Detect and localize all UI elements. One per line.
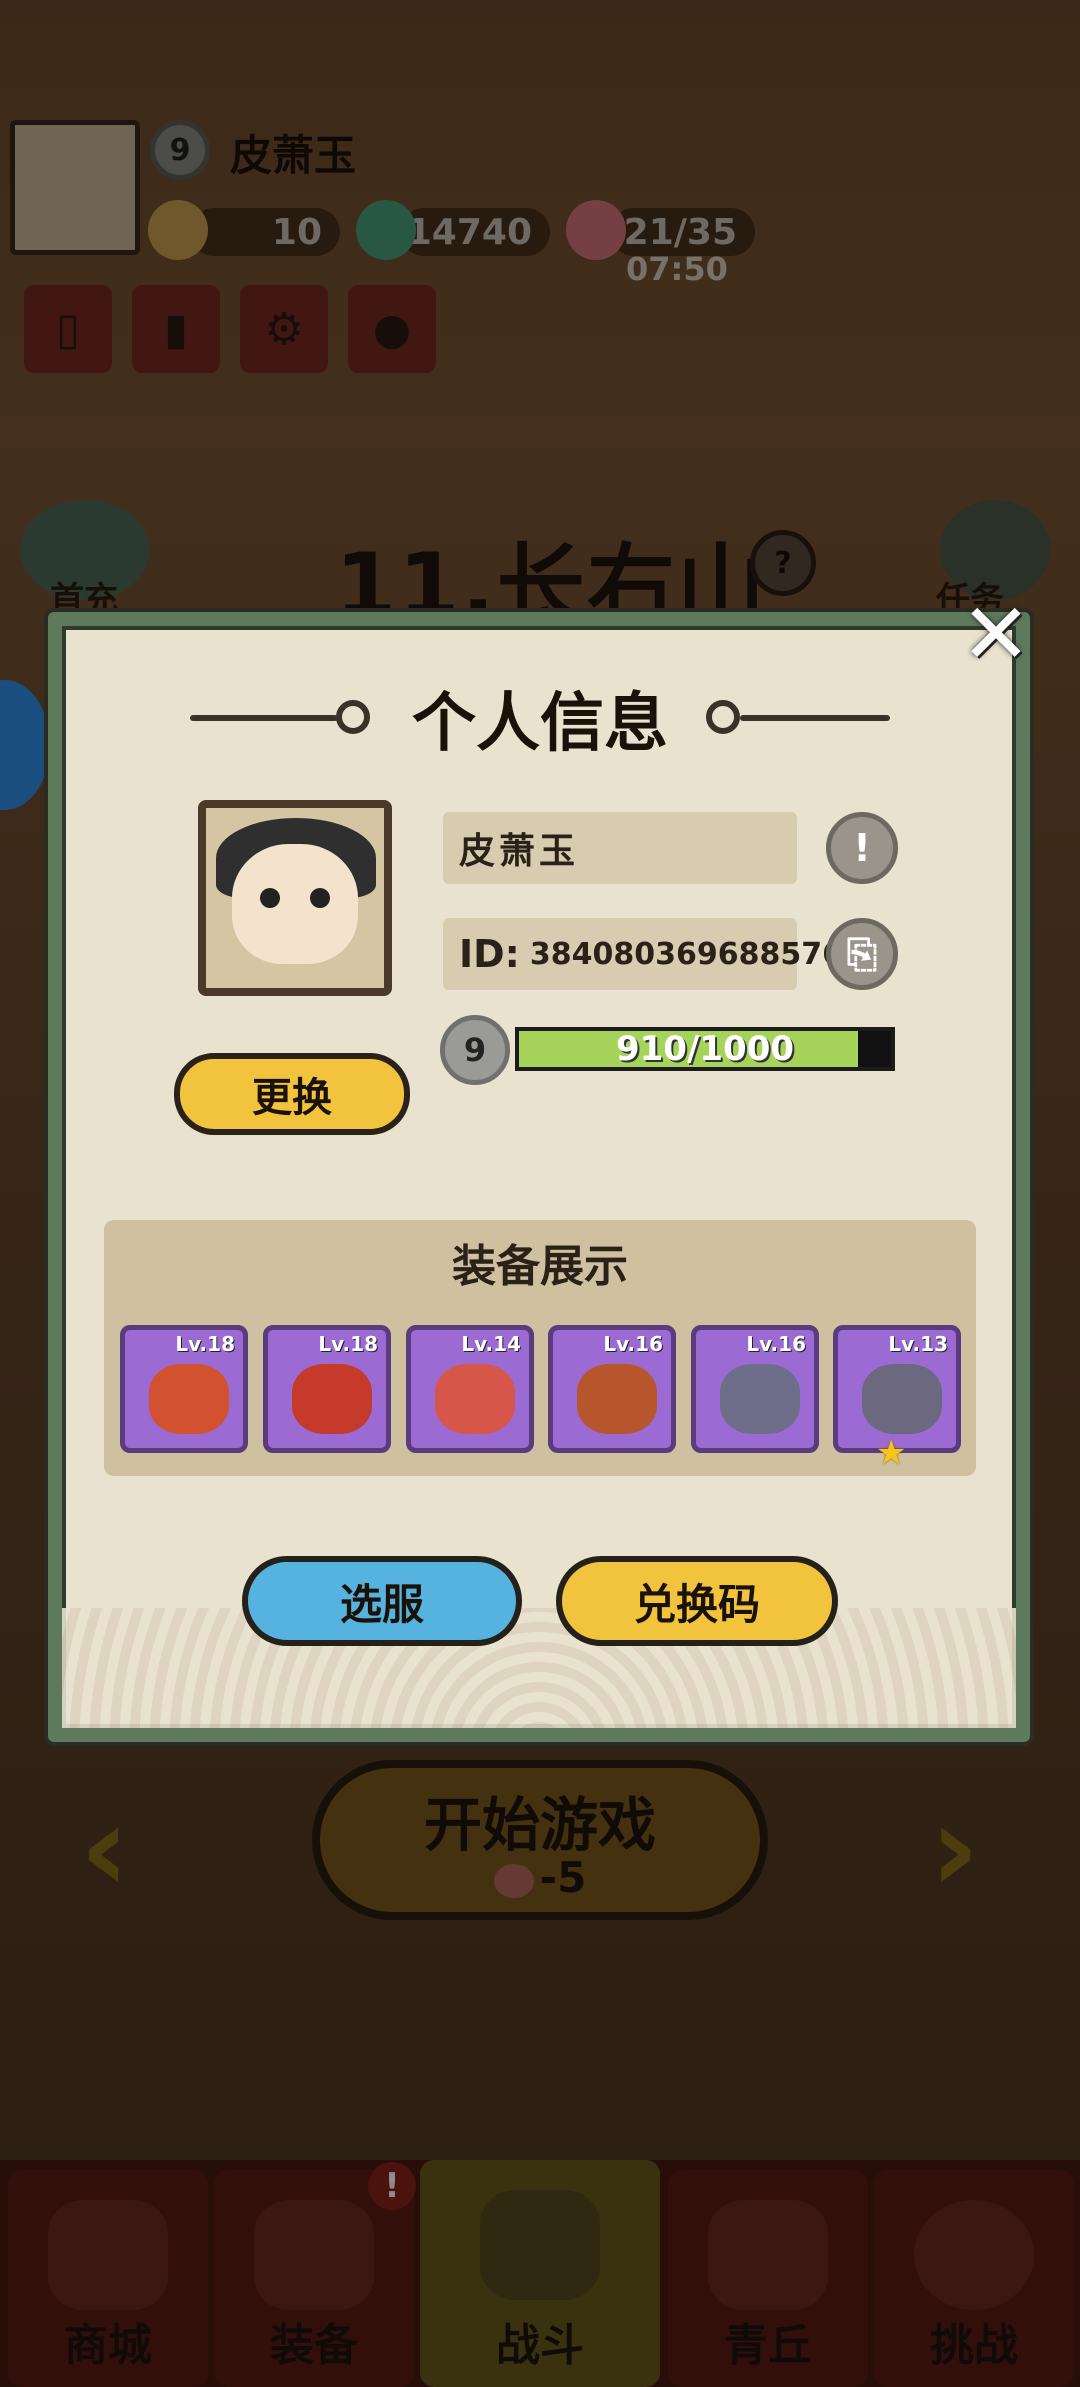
star-icon: ★	[876, 1433, 907, 1473]
equipment-slot[interactable]: Lv.18	[263, 1325, 391, 1453]
xp-progress-bar: 910/1000	[515, 1027, 895, 1071]
select-server-button[interactable]: 选服	[242, 1556, 522, 1646]
avatar-eye-right	[310, 888, 330, 908]
player-level-badge: 9	[440, 1015, 510, 1085]
equipment-slot[interactable]: Lv.16	[548, 1325, 676, 1453]
player-name-field: 皮萧玉	[443, 812, 797, 884]
boots-icon	[720, 1364, 800, 1434]
player-id-label: ID:	[459, 932, 520, 976]
equipment-slot[interactable]: Lv.16	[691, 1325, 819, 1453]
profile-modal	[48, 612, 1030, 1742]
equipment-level: Lv.18	[318, 1332, 378, 1356]
close-modal-button[interactable]: ✕	[960, 592, 1032, 676]
modal-title: 个人信息	[412, 687, 668, 761]
equipment-level: Lv.18	[175, 1332, 235, 1356]
xp-progress-text: 910/1000	[615, 1029, 795, 1069]
player-id-field: ID: 384080369688576	[443, 918, 843, 990]
equipment-level: Lv.13	[888, 1332, 948, 1356]
copy-icon: ⎘	[846, 931, 878, 976]
equipment-level: Lv.14	[461, 1332, 521, 1356]
avatar-eye-left	[260, 888, 280, 908]
weapon-icon	[149, 1364, 229, 1434]
helmet-gear-icon	[292, 1364, 372, 1434]
necklace-icon	[435, 1364, 515, 1434]
player-id-value: 384080369688576	[529, 936, 844, 972]
player-level-text: 9	[463, 1031, 487, 1069]
equipment-slot[interactable]: Lv.14	[406, 1325, 534, 1453]
equipment-title: 装备展示	[452, 1241, 628, 1292]
close-icon: ✕	[960, 585, 1032, 683]
edit-name-button[interactable]: !	[826, 812, 898, 884]
avatar-face	[232, 844, 358, 964]
edit-pen-icon: !	[853, 826, 871, 870]
equipment-level: Lv.16	[603, 1332, 663, 1356]
change-avatar-button[interactable]: 更换	[174, 1053, 410, 1135]
modal-wave-pattern	[62, 1608, 1016, 1728]
redeem-code-button[interactable]: 兑换码	[556, 1556, 838, 1646]
profile-avatar	[198, 800, 392, 996]
belt-icon	[577, 1364, 657, 1434]
ring-icon	[862, 1364, 942, 1434]
copy-id-button[interactable]: ⎘	[826, 918, 898, 990]
equipment-level: Lv.16	[746, 1332, 806, 1356]
player-name-text: 皮萧玉	[459, 831, 580, 872]
equipment-slot[interactable]: Lv.18	[120, 1325, 248, 1453]
